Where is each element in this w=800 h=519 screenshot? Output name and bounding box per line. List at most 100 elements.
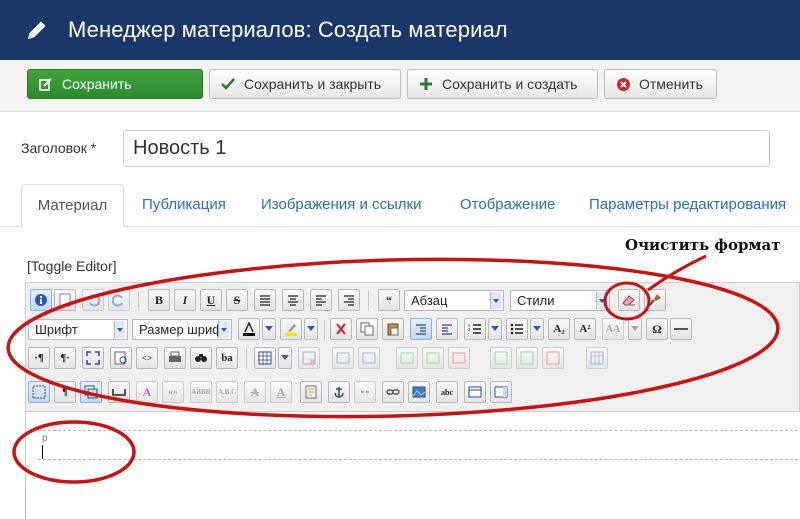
superscript-icon[interactable]: A² [574,318,596,340]
col-before-icon[interactable] [396,347,418,369]
row-after-icon[interactable] [358,347,380,369]
save-button[interactable]: Сохранить [27,69,203,99]
page-title: Менеджер материалов: Создать материал [68,17,508,42]
font-select[interactable]: Шрифт [28,319,128,340]
delete-col-icon[interactable] [448,347,470,369]
find-icon[interactable] [190,347,212,369]
link-icon[interactable] [382,381,404,403]
delete-table-icon[interactable] [298,347,320,369]
chevron-down-icon[interactable] [530,318,544,340]
align-justify-icon[interactable] [254,289,276,311]
merge-cells-icon[interactable] [516,347,538,369]
align-center-icon[interactable] [282,289,304,311]
fullscreen-icon[interactable] [82,347,104,369]
show-blocks-icon[interactable]: ·¶ [28,347,50,369]
svg-text:2: 2 [468,327,470,332]
visual-aid-icon[interactable] [28,381,50,403]
save-close-label: Сохранить и закрыть [244,76,382,92]
save-new-button[interactable]: Сохранить и создать [407,69,598,99]
strikethrough-button[interactable]: S [226,289,248,311]
insert-table-icon[interactable] [254,347,276,369]
chevron-down-icon[interactable] [488,318,502,340]
tab-images-links[interactable]: Изображения и ссылки [261,184,421,227]
cite-icon[interactable]: «» [162,381,184,403]
italic-button[interactable]: I [174,289,196,311]
insertion-icon[interactable]: A [270,381,292,403]
deletion-icon[interactable]: A [244,381,266,403]
font-size-select-value: Размер шриф [139,322,223,337]
toggle-editor-link[interactable]: [Toggle Editor] [27,258,117,274]
save-new-label: Сохранить и создать [442,76,578,92]
cancel-button[interactable]: Отменить [604,69,717,99]
redo-icon[interactable] [108,289,130,311]
special-char-icon[interactable]: Ω [646,318,668,340]
acronym-icon[interactable]: A.B.C [216,381,238,403]
col-after-icon[interactable] [422,347,444,369]
clear-format-icon[interactable] [618,289,640,311]
print-icon[interactable] [164,347,186,369]
subscript-icon[interactable]: A₂ [548,318,570,340]
editor-content-area[interactable]: p [25,412,800,519]
title-input[interactable] [123,130,770,167]
styles-select[interactable]: Стили [510,290,610,311]
layer-icon[interactable] [80,381,102,403]
replace-icon[interactable]: ba [216,347,238,369]
separator [368,291,369,311]
paste-icon[interactable] [382,318,404,340]
row-before-icon[interactable] [332,347,354,369]
align-left-icon[interactable] [310,289,332,311]
info-icon[interactable] [30,289,52,311]
numbered-list-icon[interactable]: 12 [464,318,486,340]
preview-icon[interactable] [110,347,132,369]
new-document-icon[interactable] [54,289,76,311]
chevron-down-icon[interactable] [628,318,642,340]
format-painter-icon[interactable] [644,289,666,311]
underline-button[interactable]: U [200,289,222,311]
source-code-icon[interactable]: <> [136,347,158,369]
abbr-icon[interactable]: ABBR [190,381,212,403]
copy-icon[interactable] [356,318,378,340]
chevron-down-icon [114,321,125,338]
text-color-icon[interactable] [238,318,260,340]
paragraph-icon[interactable]: ¶ [54,381,76,403]
spellcheck-icon[interactable]: abc [436,381,458,403]
page-break-icon[interactable] [490,381,512,403]
rtl-icon[interactable]: ¶· [54,347,76,369]
case-icon[interactable]: AA [602,318,624,340]
nonbreaking-icon[interactable] [108,381,130,403]
undo-icon[interactable] [82,289,104,311]
bold-button[interactable]: B [148,289,170,311]
chevron-down-icon[interactable] [262,318,276,340]
anchor-icon[interactable] [328,381,350,403]
cell-props-icon[interactable] [542,347,564,369]
table-props-icon[interactable] [586,347,608,369]
cancel-label: Отменить [639,76,703,92]
unlink-icon[interactable] [354,381,376,403]
action-toolbar: Сохранить Сохранить и закрыть Сохранить … [0,60,800,112]
save-close-button[interactable]: Сохранить и закрыть [209,69,401,99]
bullet-list-icon[interactable] [506,318,528,340]
chevron-down-icon[interactable] [304,318,318,340]
tab-material[interactable]: Материал [21,184,124,227]
tab-publishing[interactable]: Публикация [142,184,226,227]
align-right-icon[interactable] [338,289,360,311]
page-header: Менеджер материалов: Создать материал [0,0,800,60]
blockquote-icon[interactable]: “ [378,289,400,311]
tab-display[interactable]: Отображение [460,184,555,227]
styles-select-value: Стили [517,293,555,308]
styles-icon[interactable]: A [136,381,158,403]
outdent-icon[interactable] [436,318,458,340]
template-icon[interactable] [464,381,486,403]
highlight-color-icon[interactable] [280,318,302,340]
image-icon[interactable] [408,381,430,403]
cut-icon[interactable] [330,318,352,340]
separator [324,320,325,340]
horizontal-rule-icon[interactable] [670,318,692,340]
indent-icon[interactable] [410,318,432,340]
split-cells-icon[interactable] [490,347,512,369]
format-select[interactable]: Абзац [404,290,504,311]
tab-edit-params[interactable]: Параметры редактирования [589,184,786,227]
chevron-down-icon[interactable] [278,347,292,369]
font-size-select[interactable]: Размер шриф [132,319,232,340]
attributes-icon[interactable] [300,381,322,403]
